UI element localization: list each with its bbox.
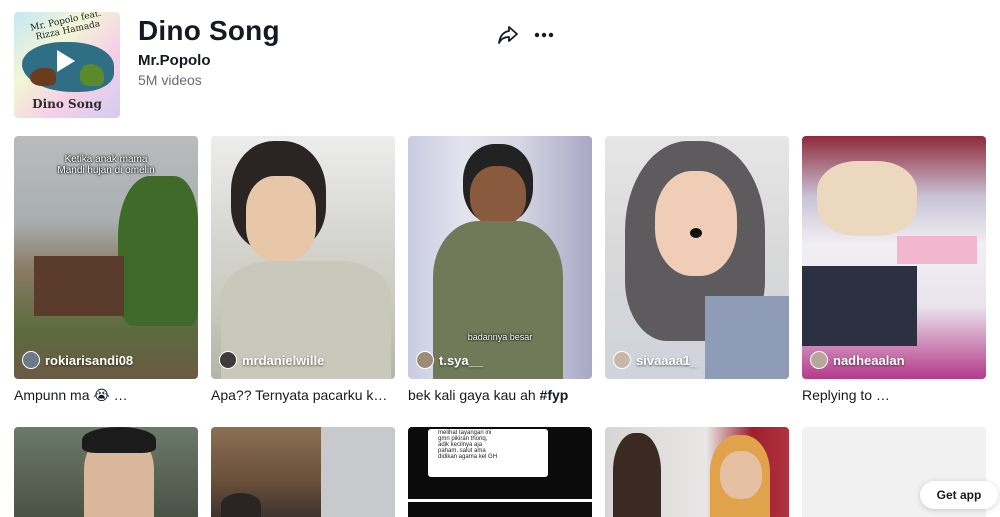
avatar: [416, 351, 434, 369]
video-caption: Ampunn ma 😭 …: [14, 387, 128, 403]
caption-text: bek kali gaya kau ah: [408, 387, 540, 403]
video-caption: Replying to …: [802, 387, 890, 403]
video-count: 5M videos: [138, 72, 202, 88]
video-username: t.sya__: [439, 352, 484, 368]
video-thumbnail[interactable]: sivaaaa1_: [605, 136, 789, 379]
video-username: nadheaalan: [833, 352, 905, 368]
share-arrow-icon: [498, 26, 518, 44]
video-caption: [605, 387, 789, 405]
video-username: mrdanielwille: [242, 352, 325, 368]
cover-dino-art: [30, 68, 56, 86]
hashtag-link[interactable]: #fyp: [540, 387, 569, 403]
video-card[interactable]: Ketika anak mama Mandi hujan di omelin r…: [14, 136, 198, 405]
video-author[interactable]: t.sya__: [416, 351, 483, 369]
avatar: [810, 351, 828, 369]
cover-dino-art: [80, 64, 104, 86]
share-button[interactable]: [494, 22, 522, 48]
video-thumbnail[interactable]: nadheaalan: [802, 136, 986, 379]
video-caption: bek kali gaya kau ah #fyp: [408, 387, 592, 405]
video-card[interactable]: nadheaalan Replying to …: [802, 136, 986, 405]
play-icon[interactable]: [57, 50, 75, 72]
video-author[interactable]: mrdanielwille: [219, 351, 324, 369]
video-card[interactable]: [605, 427, 789, 517]
video-author[interactable]: rokiarisandi08: [22, 351, 133, 369]
avatar: [613, 351, 631, 369]
video-username: rokiarisandi08: [45, 352, 134, 368]
sound-title: Dino Song: [138, 15, 280, 46]
sound-artist[interactable]: Mr.Popolo: [138, 52, 211, 69]
video-overlay-text: Ketika anak mama Mandi hujan di omelin: [57, 154, 155, 176]
video-card[interactable]: [14, 427, 198, 517]
avatar: [219, 351, 237, 369]
more-options-button[interactable]: [530, 22, 558, 48]
video-card[interactable]: melihat tayangan ini gmn pikiran thoriq,…: [408, 427, 592, 517]
video-card[interactable]: badannya besar t.sya__ bek kali gaya kau…: [408, 136, 592, 405]
video-username: sivaaaa1_: [636, 352, 698, 368]
video-thumbnail[interactable]: Ketika anak mama Mandi hujan di omelin r…: [14, 136, 198, 379]
cover-bottom-text: Dino Song: [32, 97, 102, 111]
video-thumbnail[interactable]: mrdanielwille: [211, 136, 395, 379]
video-thumbnail[interactable]: [14, 427, 198, 517]
video-caption: Apa?? Ternyata pacarku k…: [211, 387, 388, 403]
get-app-button[interactable]: Get app: [920, 481, 998, 509]
video-overlay-text: melihat tayangan ini gmn pikiran thoriq,…: [438, 430, 498, 460]
video-card[interactable]: mrdanielwille Apa?? Ternyata pacarku k…: [211, 136, 395, 405]
video-overlay-text: badannya besar: [467, 332, 533, 342]
avatar: [22, 351, 40, 369]
video-thumbnail[interactable]: [605, 427, 789, 517]
video-card[interactable]: [211, 427, 395, 517]
video-card[interactable]: sivaaaa1_: [605, 136, 789, 405]
video-thumbnail[interactable]: [211, 427, 395, 517]
sound-header: Mr. Popolo feat. Rizza Hamada Dino Song …: [14, 12, 984, 120]
video-thumbnail[interactable]: melihat tayangan ini gmn pikiran thoriq,…: [408, 427, 592, 517]
sound-cover[interactable]: Mr. Popolo feat. Rizza Hamada Dino Song: [14, 12, 120, 118]
cover-top-text: Mr. Popolo feat. Rizza Hamada: [29, 12, 103, 43]
video-author[interactable]: nadheaalan: [810, 351, 905, 369]
video-thumbnail[interactable]: badannya besar t.sya__: [408, 136, 592, 379]
video-author[interactable]: sivaaaa1_: [613, 351, 697, 369]
more-dots-icon: [534, 32, 554, 38]
